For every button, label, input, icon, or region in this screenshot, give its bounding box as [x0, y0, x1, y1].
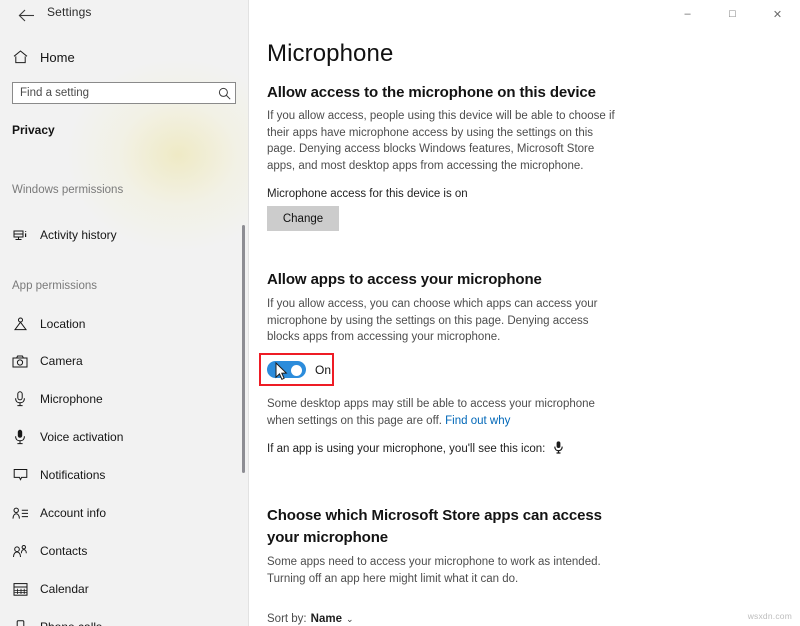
sidebar-item-voice-activation[interactable]: Voice activation	[0, 424, 248, 450]
voice-activation-icon	[0, 429, 40, 445]
desktop-apps-note: Some desktop apps may still be able to a…	[267, 396, 615, 429]
find-out-why-link[interactable]: Find out why	[445, 415, 510, 427]
window-controls: – □ ✕	[665, 0, 800, 28]
device-access-description: If you allow access, people using this d…	[267, 110, 615, 172]
sidebar-item-microphone[interactable]: Microphone	[0, 386, 248, 412]
sidebar-item-label-camera: Camera	[40, 354, 83, 368]
sidebar-item-label-calendar: Calendar	[40, 582, 89, 596]
apps-access-toggle[interactable]	[267, 361, 306, 378]
apps-access-heading: Allow apps to access your microphone	[267, 271, 542, 288]
apps-access-description: If you allow access, you can choose whic…	[267, 298, 598, 343]
sidebar-item-label-account-info: Account info	[40, 506, 107, 520]
phone-calls-icon	[0, 620, 40, 626]
microphone-icon	[0, 391, 40, 407]
sort-by-value: Name	[310, 613, 342, 625]
device-access-status: Microphone access for this device is on	[267, 188, 468, 200]
calendar-icon	[0, 582, 40, 596]
toggle-knob	[291, 365, 302, 376]
sidebar-item-notifications[interactable]: Notifications	[0, 462, 248, 488]
sidebar-item-label-activity-history: Activity history	[40, 228, 117, 242]
sort-by-label: Sort by:	[267, 613, 307, 625]
notifications-icon	[0, 468, 40, 482]
store-apps-heading: Choose which Microsoft Store apps can ac…	[267, 507, 602, 546]
sort-by-control[interactable]: Sort by: Name ⌄	[267, 613, 354, 625]
sidebar-item-label-location: Location	[40, 317, 86, 331]
sidebar-item-label-contacts: Contacts	[40, 544, 88, 558]
account-info-icon	[0, 507, 40, 520]
microphone-indicator-icon	[553, 441, 563, 460]
sidebar-item-home[interactable]: Home	[0, 44, 248, 70]
maximize-button[interactable]: □	[710, 0, 755, 28]
search-box[interactable]	[12, 82, 236, 104]
page-title: Microphone	[267, 40, 394, 67]
sidebar-item-label-home: Home	[40, 49, 75, 65]
home-icon	[0, 50, 40, 64]
sidebar: Settings Home Privacy Windows permiss	[0, 0, 248, 626]
contacts-icon	[0, 544, 40, 558]
camera-icon	[0, 355, 40, 368]
activity-history-icon	[0, 228, 40, 242]
apps-access-toggle-label: On	[315, 363, 332, 377]
sidebar-item-contacts[interactable]: Contacts	[0, 538, 248, 564]
search-icon	[213, 87, 235, 100]
sidebar-item-account-info[interactable]: Account info	[0, 500, 248, 526]
chevron-down-icon: ⌄	[345, 613, 354, 624]
device-access-heading: Allow access to the microphone on this d…	[267, 84, 596, 101]
watermark: wsxdn.com	[747, 611, 792, 621]
sidebar-item-label-microphone: Microphone	[40, 392, 103, 406]
location-icon	[0, 317, 40, 332]
change-button[interactable]: Change	[267, 206, 339, 231]
sidebar-group-label-windows-permissions: Windows permissions	[12, 184, 124, 196]
sidebar-item-calendar[interactable]: Calendar	[0, 576, 248, 602]
sidebar-item-camera[interactable]: Camera	[0, 348, 248, 374]
sidebar-section-title: Privacy	[12, 123, 55, 137]
main-content: – □ ✕ Microphone Allow access to the mic…	[249, 0, 800, 626]
mic-icon-note-text: If an app is using your microphone, you'…	[267, 443, 546, 455]
sidebar-item-label-voice-activation: Voice activation	[40, 430, 124, 444]
back-arrow-icon[interactable]	[12, 2, 40, 28]
sidebar-item-activity-history[interactable]: Activity history	[0, 222, 248, 248]
search-input[interactable]	[13, 83, 213, 103]
close-button[interactable]: ✕	[755, 0, 800, 28]
sidebar-group-label-app-permissions: App permissions	[12, 280, 98, 292]
minimize-button[interactable]: –	[665, 0, 710, 28]
sidebar-item-label-phone-calls: Phone calls	[40, 620, 102, 626]
app-title: Settings	[47, 5, 92, 19]
settings-window: Settings Home Privacy Windows permiss	[0, 0, 800, 626]
sidebar-item-phone-calls[interactable]: Phone calls	[0, 614, 248, 626]
sidebar-item-label-notifications: Notifications	[40, 468, 106, 482]
mic-icon-note: If an app is using your microphone, you'…	[267, 441, 615, 460]
sidebar-item-location[interactable]: Location	[0, 311, 248, 337]
desktop-apps-note-text: Some desktop apps may still be able to a…	[267, 398, 595, 427]
store-apps-description: Some apps need to access your microphone…	[267, 556, 601, 585]
sidebar-titlebar: Settings	[0, 0, 248, 30]
